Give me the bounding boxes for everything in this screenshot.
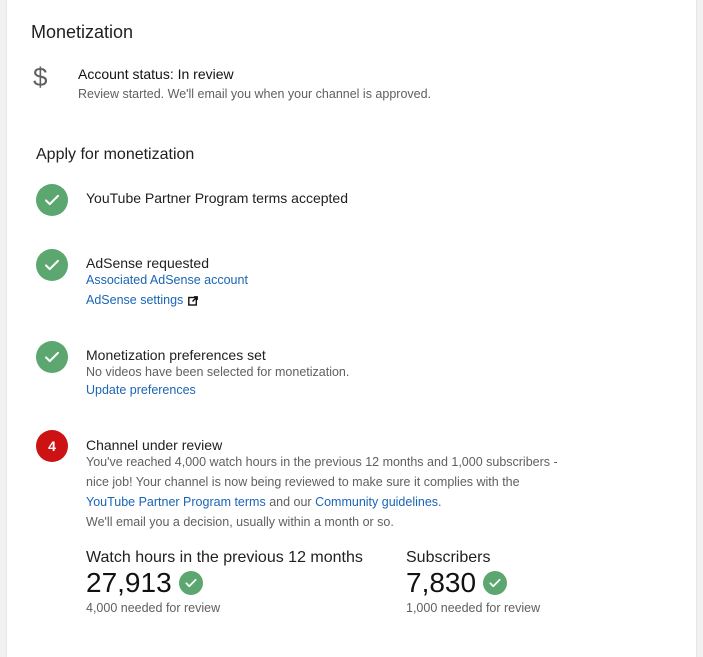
watch-hours-label: Watch hours in the previous 12 months	[86, 549, 363, 566]
subscribers-value: 7,830	[406, 567, 477, 598]
review-text-part: We'll email you a decision, usually with…	[86, 515, 394, 529]
community-guidelines-link[interactable]: Community guidelines	[315, 495, 438, 509]
review-description: You've reached 4,000 watch hours in the …	[86, 452, 571, 532]
step-title-terms: YouTube Partner Program terms accepted	[86, 190, 348, 206]
check-icon	[483, 571, 508, 595]
dollar-icon: $	[33, 62, 48, 92]
step-title-preferences: Monetization preferences set	[86, 347, 266, 363]
subscribers-note: 1,000 needed for review	[406, 601, 541, 615]
subscribers-value-row: 7,830	[406, 567, 508, 599]
watch-hours-note: 4,000 needed for review	[86, 601, 221, 615]
page-title: Monetization	[31, 22, 134, 42]
section-title: Apply for monetization	[36, 146, 195, 163]
adsense-settings-link-wrap: AdSense settings	[86, 293, 199, 307]
review-text-part: and our	[265, 495, 316, 509]
account-status-description: Review started. We'll email you when you…	[78, 87, 432, 101]
check-icon	[36, 341, 68, 373]
check-icon	[178, 571, 203, 595]
watch-hours-value: 27,913	[86, 567, 172, 598]
account-status: Account status: In review	[78, 66, 234, 82]
update-preferences-link[interactable]: Update preferences	[86, 383, 196, 397]
step-title-adsense: AdSense requested	[86, 255, 209, 271]
monetization-card: Monetization $ Account status: In review…	[7, 0, 696, 657]
review-text-part: .	[438, 495, 442, 509]
subscribers-label: Subscribers	[406, 549, 491, 566]
step-title-review: Channel under review	[86, 437, 223, 453]
step-description-preferences: No videos have been selected for monetiz…	[86, 365, 350, 379]
adsense-settings-link[interactable]: AdSense settings	[86, 293, 183, 307]
watch-hours-value-row: 27,913	[86, 567, 203, 599]
check-icon	[36, 249, 68, 281]
check-icon	[36, 184, 68, 216]
step-number-badge: 4	[36, 430, 68, 462]
review-text-part: You've reached 4,000 watch hours in the …	[86, 455, 558, 489]
partner-program-terms-link[interactable]: YouTube Partner Program terms	[86, 495, 266, 509]
associated-adsense-account-link[interactable]: Associated AdSense account	[86, 273, 248, 287]
external-link-icon	[188, 295, 199, 306]
